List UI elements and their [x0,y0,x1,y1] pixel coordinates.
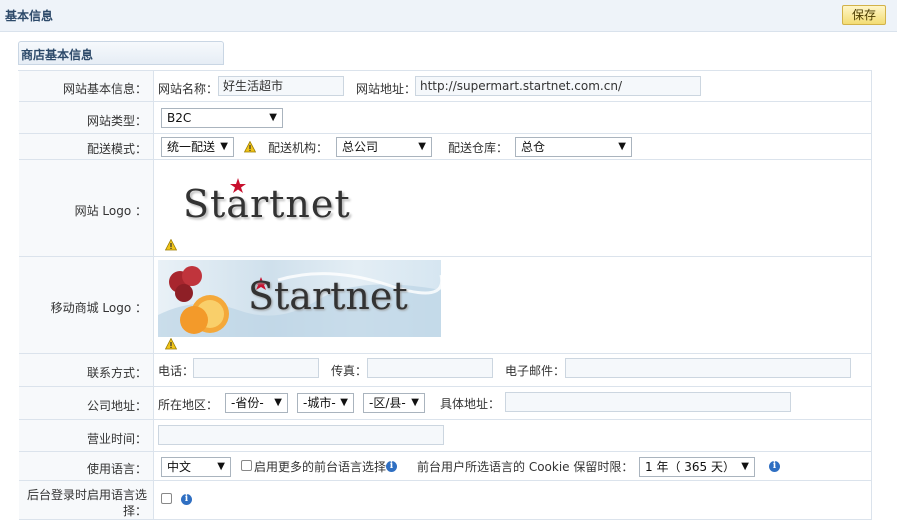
chevron-down-icon: ▼ [217,461,225,472]
cookie-duration-label: 前台用户所选语言的 Cookie 保留时限： [417,460,634,474]
info-icon[interactable]: i [769,461,780,472]
chevron-down-icon: ▼ [741,461,749,472]
page-title: 基本信息 [5,9,54,23]
admin-language-label-line1: 后台登录时启用语言选 [26,488,147,502]
more-languages-label: 启用更多的前台语言选择 [254,460,387,474]
detail-address-input[interactable] [505,392,791,412]
row-site-info: 网站基本信息： 网站名称： 好生活超市 网站地址： http://superma… [19,71,872,102]
cookie-duration-select[interactable]: 1 年（ 365 天） ▼ [639,457,755,477]
site-url-input[interactable]: http://supermart.startnet.com.cn/ [415,76,701,96]
language-select[interactable]: 中文 ▼ [161,457,231,477]
site-url-label: 网站地址： [356,82,417,96]
language-label: 使用语言： [86,462,147,476]
admin-language-label-line2: 择： [122,504,147,518]
site-type-label: 网站类型： [86,114,147,128]
row-language: 使用语言： 中文 ▼ 启用更多的前台语言选择 i 前台用户所选语言的 Cookie… [19,452,872,481]
info-icon[interactable]: i [386,461,397,472]
chevron-down-icon: ▼ [618,141,626,152]
save-button[interactable]: 保存 [842,5,886,25]
section-title: 商店基本信息 [21,48,94,62]
site-name-label: 网站名称： [158,82,219,96]
province-select[interactable]: -省份- ▼ [225,393,288,413]
mobile-logo-text: Startnet [248,274,408,318]
admin-language-checkbox[interactable] [161,493,172,504]
chevron-down-icon: ▼ [418,141,426,152]
email-label: 电子邮件： [505,364,566,378]
city-select[interactable]: -城市- ▼ [297,393,354,413]
chevron-down-icon: ▼ [274,397,282,408]
fax-label: 传真： [331,364,368,378]
delivery-label: 配送模式： [86,142,147,156]
fax-input[interactable] [367,358,493,378]
row-address: 公司地址： 所在地区： -省份- ▼ -城市- ▼ -区/县- ▼ 具体地址： [19,387,872,420]
site-type-select[interactable]: B2C ▼ [161,108,283,128]
row-site-logo: 网站 Logo ： Startnet [19,160,872,257]
district-select[interactable]: -区/县- ▼ [363,393,425,413]
mobile-logo-image[interactable]: Startnet [158,260,441,337]
site-logo-label: 网站 Logo ： [74,204,147,218]
address-label: 公司地址： [86,399,147,413]
chevron-down-icon: ▼ [411,397,419,408]
row-admin-language: 后台登录时启用语言选 择： i [19,481,872,520]
warehouse-select[interactable]: 总仓 ▼ [515,137,632,157]
chevron-down-icon: ▼ [269,112,277,123]
warning-icon[interactable] [244,141,256,153]
site-logo-text: Startnet [183,182,351,226]
row-site-type: 网站类型： B2C ▼ [19,102,872,134]
page-header: 基本信息 保存 [0,0,897,32]
settings-form: 网站基本信息： 网站名称： 好生活超市 网站地址： http://superma… [18,70,872,520]
hours-label: 营业时间： [86,432,147,446]
info-icon[interactable]: i [181,494,192,505]
mobile-logo-label: 移动商城 Logo ： [50,301,147,315]
warning-icon[interactable] [165,239,177,251]
region-label: 所在地区： [158,398,219,412]
site-info-label: 网站基本信息： [62,82,147,96]
row-delivery: 配送模式： 统一配送 ▼ 配送机构： 总公司 ▼ 配送仓库： 总仓 ▼ [19,134,872,160]
warning-icon[interactable] [165,338,177,350]
row-contact: 联系方式： 电话： 传真： 电子邮件： [19,354,872,387]
email-input[interactable] [565,358,851,378]
delivery-org-select[interactable]: 总公司 ▼ [336,137,432,157]
hours-input[interactable] [158,425,444,445]
site-name-input[interactable]: 好生活超市 [218,76,344,96]
chevron-down-icon: ▼ [220,141,228,152]
phone-input[interactable] [193,358,319,378]
row-mobile-logo: 移动商城 Logo ： Startnet [19,257,872,354]
delivery-mode-select[interactable]: 统一配送 ▼ [161,137,234,157]
row-hours: 营业时间： [19,420,872,452]
contact-label: 联系方式： [86,366,147,380]
site-logo-image[interactable]: Startnet [183,176,393,226]
more-languages-checkbox[interactable] [241,460,252,471]
warehouse-label: 配送仓库： [448,141,509,155]
section-tab: 商店基本信息 [18,41,224,65]
chevron-down-icon: ▼ [340,397,348,408]
detail-address-label: 具体地址： [440,397,501,411]
phone-label: 电话： [158,364,195,378]
delivery-org-label: 配送机构： [268,141,329,155]
